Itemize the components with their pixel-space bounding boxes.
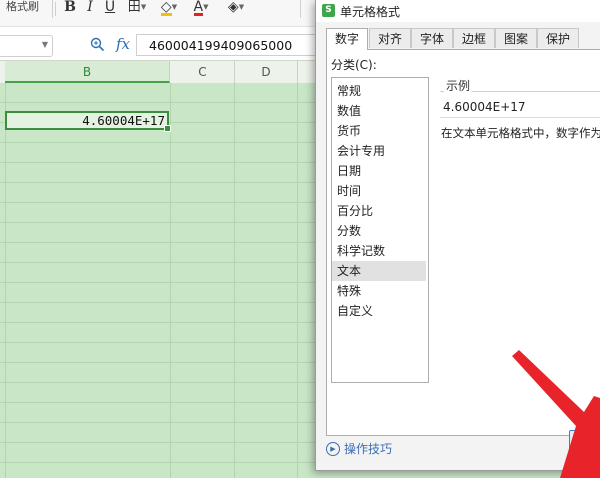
category-list[interactable]: 常规 数值 货币 会计专用 日期 时间 百分比 分数 科学记数 文本 特殊 自定… — [331, 77, 429, 383]
divider — [440, 117, 600, 118]
dialog-title: 单元格格式 — [340, 5, 401, 19]
dialog-tabs: 数字 对齐 字体 边框 图案 保护 — [326, 28, 600, 50]
category-item-accounting[interactable]: 会计专用 — [332, 141, 426, 161]
category-item-scientific[interactable]: 科学记数 — [332, 241, 426, 261]
category-item-number[interactable]: 数值 — [332, 101, 426, 121]
category-item-date[interactable]: 日期 — [332, 161, 426, 181]
chevron-down-icon: ▼ — [203, 3, 209, 11]
magnifier-icon — [90, 37, 105, 52]
chevron-down-icon: ▼ — [140, 3, 147, 11]
selected-cell-B[interactable]: 4.60004E+17 — [5, 111, 171, 132]
toolbar-separator — [55, 2, 56, 16]
cell-value: 4.60004E+17 — [82, 113, 165, 128]
play-icon: ▶ — [326, 441, 340, 456]
category-item-fraction[interactable]: 分数 — [332, 221, 426, 241]
clear-format-button[interactable]: ◈▼ — [222, 0, 250, 16]
italic-button[interactable]: I — [82, 0, 98, 16]
category-item-general[interactable]: 常规 — [332, 81, 426, 101]
chevron-down-icon: ▼ — [238, 3, 245, 11]
category-item-special[interactable]: 特殊 — [332, 281, 426, 301]
tips-link-label: 操作技巧 — [344, 442, 393, 456]
ok-button[interactable]: 确 — [569, 430, 600, 456]
format-painter-button[interactable]: 格式刷 — [0, 0, 53, 18]
dialog-titlebar[interactable]: S 单元格格式 — [316, 0, 600, 22]
tips-link[interactable]: ▶ 操作技巧 — [326, 440, 392, 456]
bold-button[interactable]: B — [62, 0, 78, 16]
font-color-button[interactable]: A▼ — [188, 0, 214, 16]
grid-line — [234, 83, 235, 478]
number-tab-panel: 分类(C): 常规 数值 货币 会计专用 日期 时间 百分比 分数 科学记数 文… — [326, 49, 600, 436]
grid-line — [170, 83, 171, 478]
tab-pattern[interactable]: 图案 — [495, 28, 538, 48]
fx-icon[interactable]: fx — [116, 35, 130, 53]
sample-value: 4.60004E+17 — [443, 100, 526, 114]
border-button[interactable]: 田▼ — [124, 0, 150, 16]
grid-line — [297, 83, 298, 478]
tab-alignment[interactable]: 对齐 — [369, 28, 412, 48]
toolbar-separator — [300, 0, 301, 18]
category-label: 分类(C): — [331, 58, 377, 72]
chevron-down-icon: ▼ — [171, 3, 178, 11]
fill-bucket-icon: ◇ — [160, 0, 172, 16]
category-item-currency[interactable]: 货币 — [332, 121, 426, 141]
column-header-B[interactable]: B — [5, 61, 170, 83]
category-item-text[interactable]: 文本 — [332, 261, 426, 281]
column-header-D[interactable]: D — [235, 61, 298, 83]
tab-font[interactable]: 字体 — [411, 28, 454, 48]
fill-color-button[interactable]: ◇▼ — [156, 0, 182, 16]
tab-border[interactable]: 边框 — [453, 28, 496, 48]
formula-input[interactable]: 460004199409065000 — [136, 34, 326, 56]
underline-button[interactable]: U — [102, 0, 118, 16]
zoom-icon[interactable] — [90, 37, 106, 53]
fill-handle[interactable] — [164, 125, 171, 132]
sample-group: 示例 4.60004E+17 — [440, 77, 600, 121]
border-icon: 田 — [127, 0, 141, 15]
category-description: 在文本单元格格式中，数字作为文 — [441, 126, 600, 140]
sample-title: 示例 — [444, 77, 473, 94]
chevron-down-icon: ▼ — [41, 40, 48, 49]
category-item-custom[interactable]: 自定义 — [332, 301, 426, 321]
name-box[interactable]: ▼ — [0, 35, 53, 57]
tab-number[interactable]: 数字 — [326, 28, 369, 50]
category-item-percentage[interactable]: 百分比 — [332, 201, 426, 221]
font-color-icon: A — [193, 0, 204, 16]
wps-app-icon: S — [322, 4, 335, 17]
category-item-time[interactable]: 时间 — [332, 181, 426, 201]
tab-protection[interactable]: 保护 — [537, 28, 580, 48]
grid-line — [5, 83, 6, 478]
eraser-icon: ◈ — [227, 0, 239, 15]
column-header-C[interactable]: C — [171, 61, 235, 83]
format-cells-dialog: S 单元格格式 数字 对齐 字体 边框 图案 保护 分类(C): 常规 数值 货… — [315, 0, 600, 471]
